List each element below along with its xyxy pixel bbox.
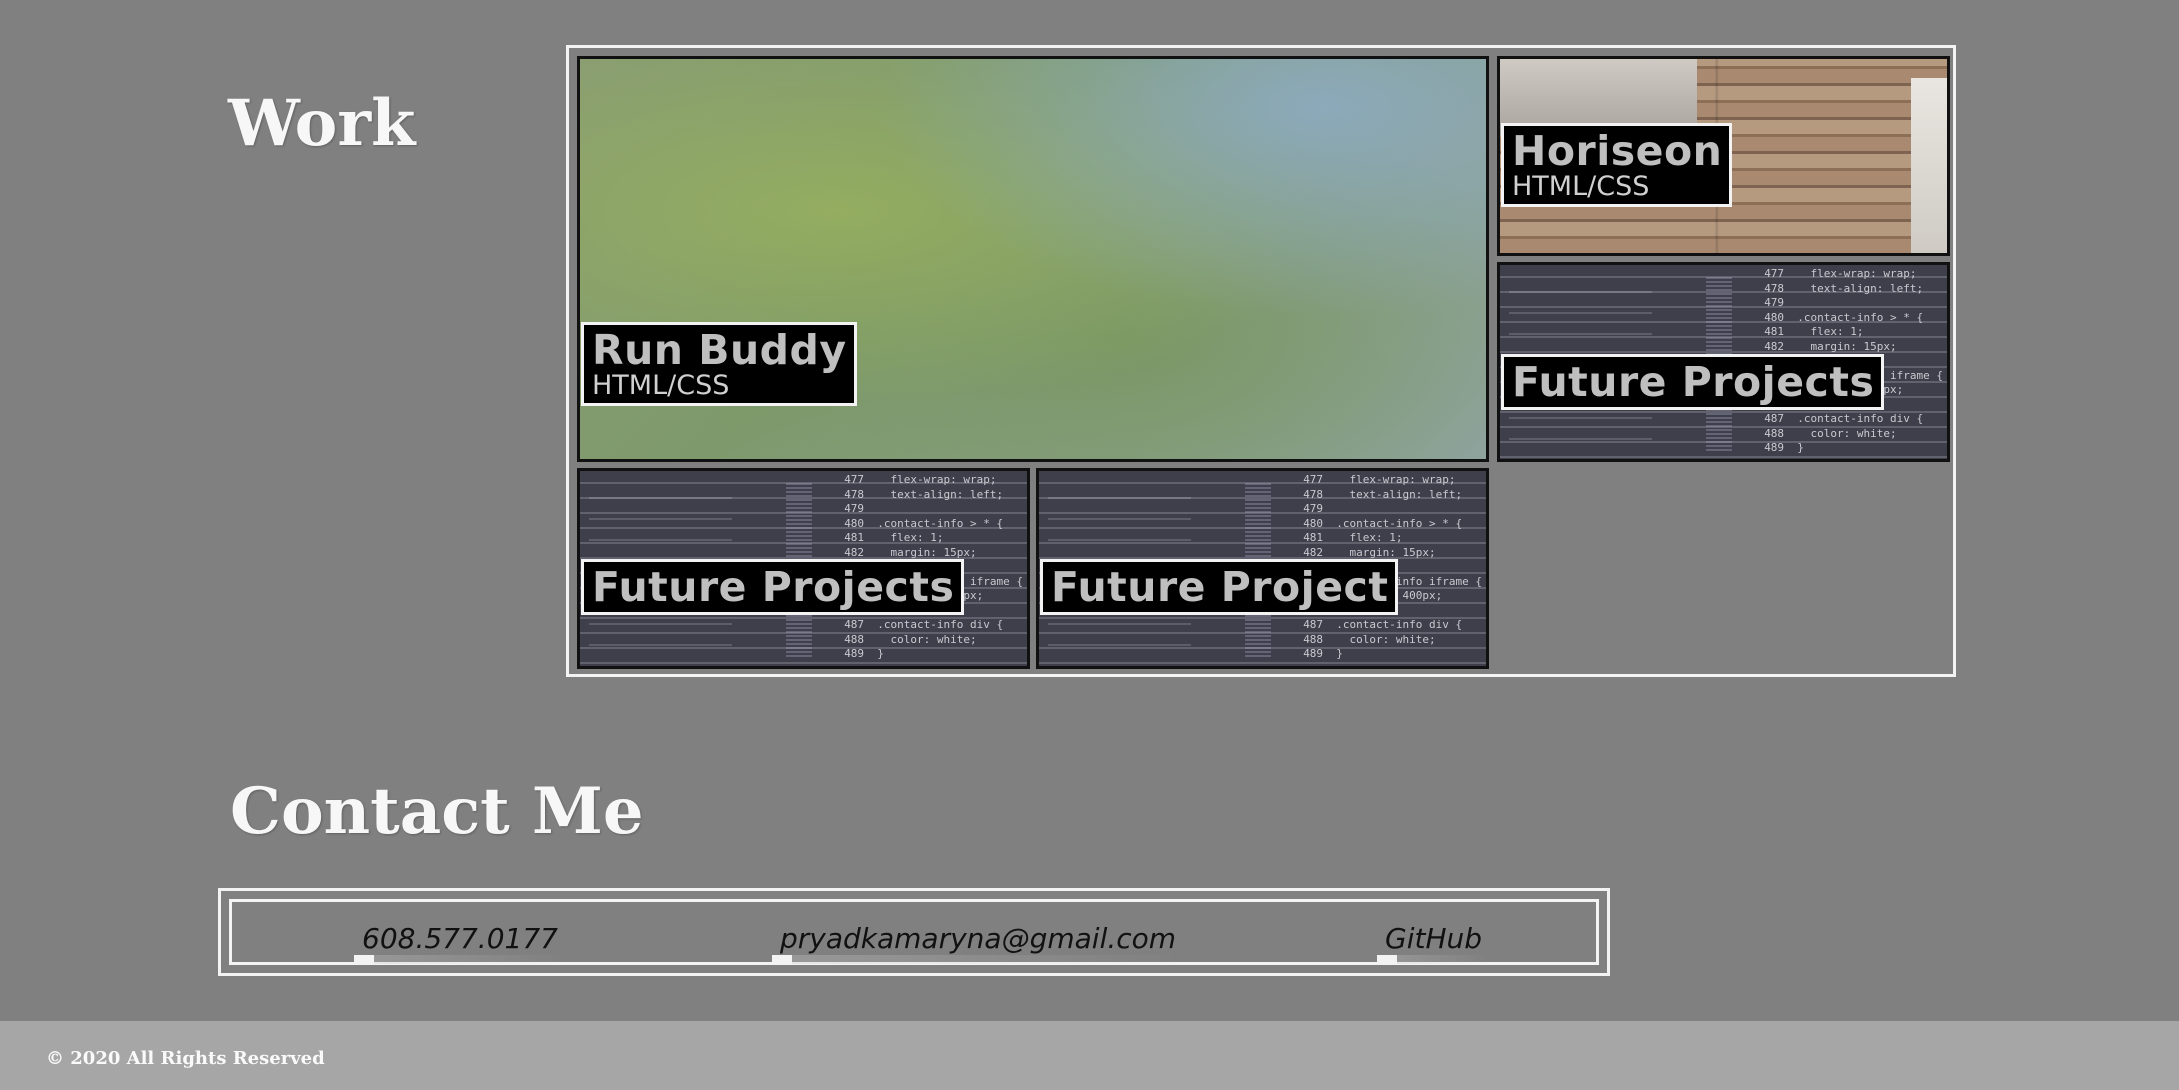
phone-label: 608.577.0177 <box>362 922 558 955</box>
contact-box: 608.577.0177 pryadkamaryna@gmail.com Git… <box>218 888 1610 976</box>
project-title: Horiseon <box>1512 127 1723 175</box>
email-label: pryadkamaryna@gmail.com <box>780 922 1177 955</box>
project-title: Future Projects <box>592 563 955 611</box>
project-title: Run Buddy <box>592 326 847 374</box>
github-label: GitHub <box>1385 922 1483 955</box>
project-subtitle: HTML/CSS <box>592 370 730 402</box>
project-card-future-project[interactable]: 477 flex-wrap: wrap; 478 text-align: lef… <box>1036 468 1489 669</box>
project-card-run-buddy[interactable]: Run Buddy HTML/CSS <box>577 56 1489 462</box>
project-subtitle: HTML/CSS <box>1512 171 1650 203</box>
project-label: Run Buddy HTML/CSS <box>581 322 857 407</box>
project-card-horiseon[interactable]: Horiseon HTML/CSS <box>1497 56 1950 256</box>
project-title: Future Project <box>1051 563 1389 611</box>
work-heading: Work <box>228 86 416 161</box>
project-label: Future Projects <box>1501 354 1885 411</box>
project-card-future-projects[interactable]: 477 flex-wrap: wrap; 478 text-align: lef… <box>1497 262 1950 462</box>
project-label: Future Project <box>1040 559 1399 616</box>
project-title: Future Projects <box>1512 358 1875 406</box>
footer: © 2020 All Rights Reserved <box>0 1021 2179 1090</box>
project-label: Horiseon HTML/CSS <box>1501 123 1733 208</box>
work-grid: Run Buddy HTML/CSS Horiseon HTML/CSS 477… <box>566 45 1956 677</box>
contact-heading: Contact Me <box>230 774 644 849</box>
contact-box-inner: 608.577.0177 pryadkamaryna@gmail.com Git… <box>229 899 1599 965</box>
project-label: Future Projects <box>581 559 965 616</box>
project-card-future-projects[interactable]: 477 flex-wrap: wrap; 478 text-align: lef… <box>577 468 1030 669</box>
email-link[interactable]: pryadkamaryna@gmail.com <box>772 922 1183 964</box>
phone-link[interactable]: 608.577.0177 <box>354 922 564 964</box>
copyright-text: © 2020 All Rights Reserved <box>46 1048 325 1069</box>
github-link[interactable]: GitHub <box>1377 922 1489 964</box>
